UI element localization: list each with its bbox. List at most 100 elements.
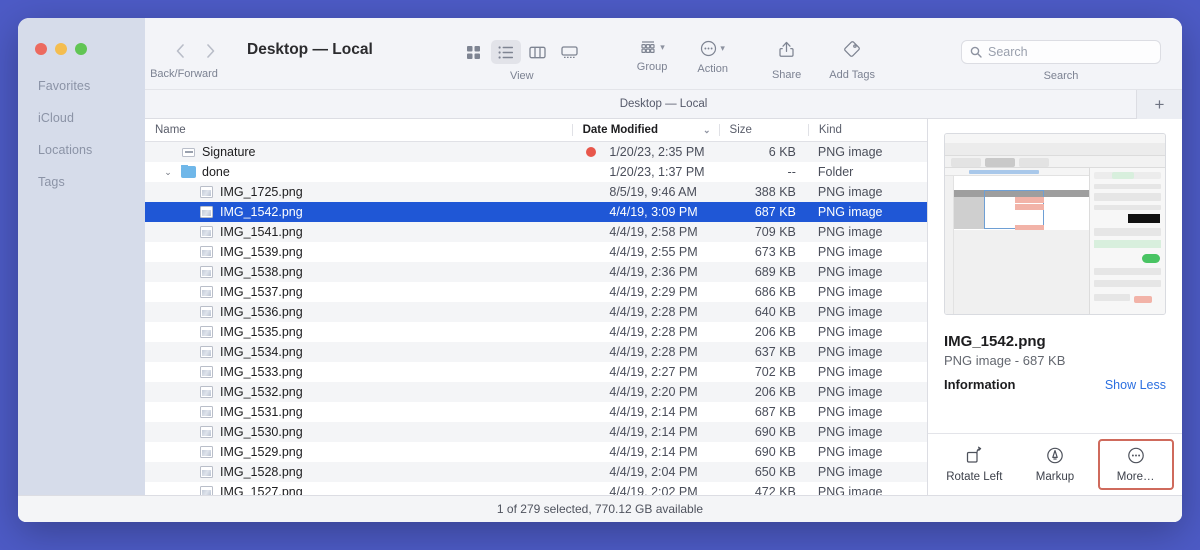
table-row[interactable]: ⌄IMG_1538.png 4/4/19, 2:36 PM 689 KB PNG im… bbox=[145, 262, 927, 282]
table-row[interactable]: ⌄IMG_1527.png 4/4/19, 2:02 PM 472 KB PNG im… bbox=[145, 482, 927, 495]
cell-name: ⌄Signature bbox=[145, 145, 572, 159]
content-split: Name Date Modified ⌄ Size Kind ⌄Signatur… bbox=[145, 119, 1182, 495]
file-name-label: IMG_1539.png bbox=[220, 245, 303, 259]
action-label: Action bbox=[697, 63, 728, 75]
close-button[interactable] bbox=[35, 43, 47, 55]
sidebar-section-tags[interactable]: Tags bbox=[18, 166, 145, 198]
file-name-label: IMG_1529.png bbox=[220, 445, 303, 459]
rotate-left-label: Rotate Left bbox=[946, 471, 1003, 483]
group-group: ▾ Group bbox=[636, 40, 668, 73]
table-row[interactable]: ⌄IMG_1725.png 8/5/19, 9:46 AM 388 KB PNG im… bbox=[145, 182, 927, 202]
rotate-left-button[interactable]: Rotate Left bbox=[938, 441, 1010, 488]
tag-dot-red[interactable] bbox=[585, 147, 596, 157]
sidebar-section-icloud[interactable]: iCloud bbox=[18, 102, 145, 134]
cell-kind: PNG image bbox=[817, 445, 883, 459]
column-header-kind[interactable]: Kind bbox=[807, 124, 927, 136]
disclosure-triangle-icon[interactable]: ⌄ bbox=[161, 167, 175, 178]
cell-tag bbox=[572, 147, 610, 157]
image-icon bbox=[200, 246, 213, 258]
table-row[interactable]: ⌄IMG_1539.png 4/4/19, 2:55 PM 673 KB PNG im… bbox=[145, 242, 927, 262]
cell-kind: Folder bbox=[817, 165, 854, 179]
file-name-label: IMG_1541.png bbox=[220, 225, 303, 239]
cell-kind: PNG image bbox=[817, 245, 883, 259]
table-row[interactable]: ⌄IMG_1535.png 4/4/19, 2:28 PM 206 KB PNG im… bbox=[145, 322, 927, 342]
cell-kind: PNG image bbox=[817, 265, 883, 279]
column-header-name[interactable]: Name bbox=[145, 124, 572, 136]
back-button[interactable] bbox=[167, 40, 193, 62]
cell-date-modified: 4/4/19, 2:14 PM bbox=[609, 405, 698, 419]
cell-kind: PNG image bbox=[817, 225, 883, 239]
nav-label: Back/Forward bbox=[150, 68, 218, 80]
action-button[interactable]: ▾ bbox=[700, 40, 725, 57]
sidebar: Favorites iCloud Locations Tags bbox=[18, 18, 145, 495]
preview-panel: IMG_1542.png PNG image - 687 KB Informat… bbox=[927, 119, 1182, 495]
sidebar-section-favorites[interactable]: Favorites bbox=[18, 70, 145, 102]
cell-date-modified: 4/4/19, 2:14 PM bbox=[609, 425, 698, 439]
table-row[interactable]: ⌄IMG_1532.png 4/4/19, 2:20 PM 206 KB PNG im… bbox=[145, 382, 927, 402]
table-row[interactable]: ⌄IMG_1531.png 4/4/19, 2:14 PM 687 KB PNG im… bbox=[145, 402, 927, 422]
share-group: Share bbox=[772, 40, 801, 81]
status-bar: 1 of 279 selected, 770.12 GB available bbox=[18, 495, 1182, 522]
column-header-size[interactable]: Size bbox=[718, 124, 808, 136]
table-row[interactable]: ⌄IMG_1534.png 4/4/19, 2:28 PM 637 KB PNG im… bbox=[145, 342, 927, 362]
file-name-label: IMG_1528.png bbox=[220, 465, 303, 479]
markup-button[interactable]: Markup bbox=[1019, 441, 1091, 488]
forward-button[interactable] bbox=[197, 40, 223, 62]
nav-group: Back/Forward bbox=[145, 40, 223, 80]
cell-size: 686 KB bbox=[754, 285, 796, 299]
cell-size: 472 KB bbox=[754, 485, 796, 495]
file-name-label: IMG_1532.png bbox=[220, 385, 303, 399]
cell-kind: PNG image bbox=[817, 205, 883, 219]
table-row[interactable]: ⌄IMG_1542.png 4/4/19, 3:09 PM 687 KB PNG im… bbox=[145, 202, 927, 222]
more-icon bbox=[1127, 447, 1144, 464]
file-thumbnail[interactable] bbox=[944, 133, 1166, 315]
new-tab-button[interactable]: + bbox=[1136, 90, 1182, 119]
cell-name: ⌄IMG_1538.png bbox=[145, 265, 572, 279]
add-tags-button[interactable] bbox=[843, 40, 861, 63]
cell-date-modified: 1/20/23, 1:37 PM bbox=[609, 165, 705, 179]
table-row[interactable]: ⌄IMG_1533.png 4/4/19, 2:27 PM 702 KB PNG im… bbox=[145, 362, 927, 382]
breadcrumb[interactable]: Desktop — Local bbox=[620, 98, 708, 110]
group-button[interactable]: ▾ bbox=[639, 40, 665, 55]
image-icon bbox=[200, 306, 213, 318]
cell-size: 690 KB bbox=[754, 425, 796, 439]
icon-view-button[interactable] bbox=[459, 40, 489, 64]
search-input[interactable]: Search bbox=[961, 40, 1161, 64]
image-icon bbox=[200, 266, 213, 278]
table-row[interactable]: ⌄IMG_1541.png 4/4/19, 2:58 PM 709 KB PNG im… bbox=[145, 222, 927, 242]
table-row[interactable]: ⌄IMG_1529.png 4/4/19, 2:14 PM 690 KB PNG im… bbox=[145, 442, 927, 462]
column-view-button[interactable] bbox=[523, 40, 553, 64]
table-row[interactable]: ⌄IMG_1536.png 4/4/19, 2:28 PM 640 KB PNG im… bbox=[145, 302, 927, 322]
cell-size: 689 KB bbox=[754, 265, 796, 279]
cell-kind: PNG image bbox=[817, 425, 883, 439]
share-button[interactable] bbox=[779, 40, 794, 63]
cell-name: ⌄IMG_1539.png bbox=[145, 245, 572, 259]
image-icon bbox=[200, 446, 213, 458]
window-body: Favorites iCloud Locations Tags Back/For… bbox=[18, 18, 1182, 495]
minimize-button[interactable] bbox=[55, 43, 67, 55]
cell-size: 206 KB bbox=[754, 385, 796, 399]
column-header-date-modified[interactable]: Date Modified ⌄ bbox=[571, 124, 719, 136]
cell-name: ⌄IMG_1541.png bbox=[145, 225, 572, 239]
show-less-link[interactable]: Show Less bbox=[1105, 378, 1166, 392]
table-row[interactable]: ⌄Signature 1/20/23, 2:35 PM 6 KB PNG image bbox=[145, 142, 927, 162]
more-button[interactable]: More… bbox=[1097, 439, 1174, 490]
image-icon bbox=[200, 486, 213, 495]
cell-name: ⌄IMG_1529.png bbox=[145, 445, 572, 459]
sidebar-section-locations[interactable]: Locations bbox=[18, 134, 145, 166]
cell-date-modified: 4/4/19, 2:04 PM bbox=[609, 465, 698, 479]
gallery-view-button[interactable] bbox=[555, 40, 585, 64]
zoom-button[interactable] bbox=[75, 43, 87, 55]
table-row[interactable]: ⌄IMG_1537.png 4/4/19, 2:29 PM 686 KB PNG im… bbox=[145, 282, 927, 302]
table-row[interactable]: ⌄IMG_1528.png 4/4/19, 2:04 PM 650 KB PNG im… bbox=[145, 462, 927, 482]
list-view-button[interactable] bbox=[490, 40, 521, 64]
share-label: Share bbox=[771, 69, 802, 81]
view-label: View bbox=[509, 70, 534, 82]
cell-size: 709 KB bbox=[754, 225, 796, 239]
nav-buttons bbox=[167, 40, 223, 62]
file-name-label: IMG_1530.png bbox=[220, 425, 303, 439]
table-row[interactable]: ⌄IMG_1530.png 4/4/19, 2:14 PM 690 KB PNG im… bbox=[145, 422, 927, 442]
table-row[interactable]: ⌄ done 1/20/23, 1:37 PM -- Folder bbox=[145, 162, 927, 182]
cell-name: ⌄IMG_1527.png bbox=[145, 485, 572, 495]
group-label: Group bbox=[636, 61, 668, 73]
